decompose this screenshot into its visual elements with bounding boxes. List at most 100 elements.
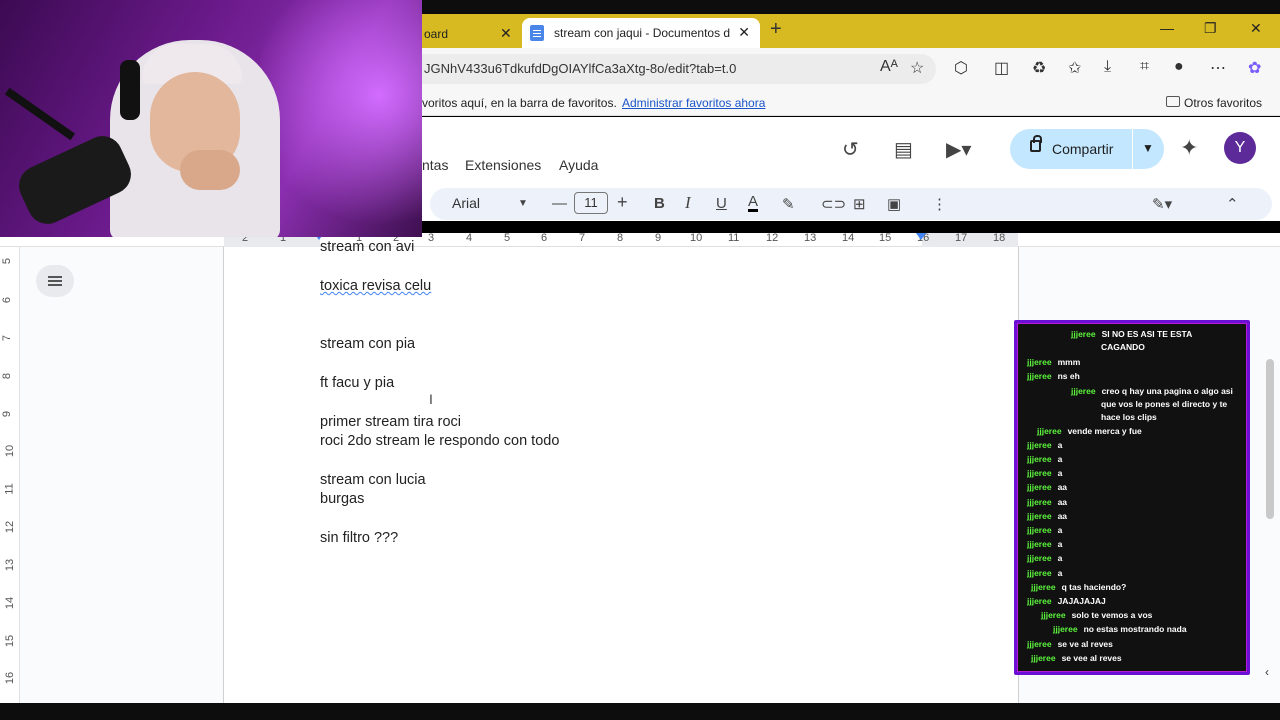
- chat-username: jjjeree: [1027, 553, 1052, 563]
- chat-username: jjjeree: [1027, 511, 1052, 521]
- doc-line: stream con lucia: [320, 472, 426, 488]
- browser-essentials-icon[interactable]: ♻: [1032, 58, 1046, 78]
- chat-message: jjjeree se ve al reves: [1027, 638, 1113, 651]
- gemini-icon[interactable]: ✦: [1180, 135, 1198, 161]
- chat-message: que vos le pones el directo y te: [1101, 398, 1227, 411]
- chat-message: jjjeree no estas mostrando nada: [1053, 623, 1187, 636]
- chat-username: jjjeree: [1071, 329, 1096, 339]
- document-page[interactable]: stream con avi toxica revisa celu stream…: [223, 239, 1019, 703]
- tab-previous[interactable]: oard ✕: [422, 20, 522, 48]
- highlight-icon[interactable]: ✎: [782, 195, 795, 213]
- chat-message: jjjeree ns eh: [1027, 370, 1080, 383]
- bold-icon[interactable]: B: [654, 195, 665, 212]
- ruler-number: 11: [728, 232, 740, 244]
- ruler-number: 6: [541, 232, 548, 244]
- menu-help[interactable]: Ayuda: [559, 157, 598, 173]
- chat-message: jjjeree a: [1027, 538, 1062, 551]
- folder-icon: [1166, 96, 1180, 107]
- chat-username: jjjeree: [1071, 386, 1096, 396]
- favbar-message: voritos aquí, en la barra de favoritos.: [422, 96, 617, 110]
- comment-add-icon[interactable]: ⊞: [853, 195, 866, 213]
- close-window-icon[interactable]: ✕: [1250, 20, 1262, 37]
- favorite-star-icon[interactable]: ☆: [910, 58, 924, 78]
- downloads-icon[interactable]: ⤓: [1104, 58, 1111, 76]
- chat-text: a: [1057, 440, 1063, 450]
- chat-message: jjjeree a: [1027, 552, 1062, 565]
- meet-icon[interactable]: ▶▾: [946, 137, 971, 162]
- underline-icon[interactable]: U: [716, 195, 727, 212]
- google-docs-icon: [530, 25, 544, 41]
- minimize-icon[interactable]: —: [1160, 20, 1174, 36]
- restore-icon[interactable]: ❐: [1204, 20, 1217, 37]
- font-family-select[interactable]: Arial: [452, 195, 480, 211]
- comments-icon[interactable]: ▤: [894, 137, 913, 162]
- chat-text: a: [1057, 468, 1063, 478]
- font-size-input[interactable]: 11: [574, 192, 608, 214]
- favorites-bar: voritos aquí, en la barra de favoritos. …: [422, 90, 1280, 116]
- chat-text: vende merca y fue: [1067, 426, 1142, 436]
- image-icon[interactable]: ▣: [887, 195, 901, 213]
- browser-tab-bar: oard ✕ stream con jaqui - Documentos d ✕…: [422, 14, 1280, 48]
- split-screen-icon[interactable]: ◫: [994, 58, 1009, 78]
- chat-username: jjjeree: [1027, 482, 1052, 492]
- link-icon[interactable]: ⊂⊃: [821, 195, 846, 213]
- collapse-menus-icon[interactable]: ⌃: [1226, 195, 1239, 213]
- menu-tools[interactable]: ntas: [422, 157, 448, 173]
- chat-text: CAGANDO: [1101, 342, 1145, 352]
- other-favorites[interactable]: Otros favoritos: [1184, 96, 1262, 110]
- chevron-left-icon[interactable]: ‹: [1265, 665, 1269, 679]
- chat-text: a: [1057, 525, 1063, 535]
- chat-username: jjjeree: [1027, 454, 1052, 464]
- profile-icon[interactable]: ●: [1174, 58, 1184, 76]
- ruler-number: 17: [955, 232, 968, 244]
- chat-username: jjjeree: [1027, 497, 1052, 507]
- chat-text: a: [1057, 539, 1063, 549]
- chat-text: SI NO ES ASI TE ESTA: [1101, 329, 1193, 339]
- close-icon[interactable]: ✕: [738, 24, 750, 41]
- text-color-icon[interactable]: A: [748, 194, 759, 212]
- chevron-down-icon[interactable]: ▼: [518, 198, 528, 209]
- chevron-down-icon[interactable]: ▼: [1142, 141, 1154, 155]
- outline-icon: [48, 284, 62, 286]
- address-bar-row: JGNhV433u6TdkufdDgOIAYlfCa3aXtg-8o/edit?…: [422, 48, 1280, 90]
- decrease-font-icon[interactable]: —: [552, 195, 567, 212]
- ruler-number: 12: [766, 232, 779, 244]
- avatar[interactable]: Y: [1224, 132, 1256, 164]
- new-tab-icon[interactable]: +: [770, 18, 782, 41]
- ruler-number: 10: [690, 232, 703, 244]
- more-menu-icon[interactable]: ⋯: [1210, 58, 1226, 78]
- share-divider: [1132, 129, 1133, 169]
- more-options-icon[interactable]: ⋮: [932, 195, 947, 213]
- tab-title: stream con jaqui - Documentos d: [554, 26, 731, 40]
- favorites-icon[interactable]: ✩: [1068, 58, 1081, 78]
- chat-message: CAGANDO: [1101, 341, 1145, 354]
- close-icon[interactable]: ✕: [500, 25, 512, 42]
- scrollbar-thumb[interactable]: [1266, 359, 1274, 519]
- chat-text: aa: [1057, 497, 1068, 507]
- outline-icon: [48, 280, 62, 282]
- ruler-number: 7: [579, 232, 586, 244]
- extensions-icon[interactable]: ⬡: [954, 58, 968, 78]
- chat-text: no estas mostrando nada: [1083, 624, 1187, 634]
- editing-mode-icon[interactable]: ✎▾: [1152, 195, 1172, 213]
- manage-favorites-link[interactable]: Administrar favoritos ahora: [622, 96, 765, 110]
- scrollbar[interactable]: ‹: [1262, 247, 1280, 703]
- bottom-strip: [0, 703, 1280, 720]
- screenshot-icon[interactable]: ⌗: [1140, 58, 1149, 76]
- copilot-icon[interactable]: ✿: [1248, 58, 1261, 78]
- history-icon[interactable]: ↺: [842, 137, 859, 162]
- read-aloud-icon[interactable]: Aᴬ: [880, 58, 898, 76]
- italic-icon[interactable]: I: [685, 193, 691, 213]
- chat-username: jjjeree: [1037, 426, 1062, 436]
- vertical-ruler: 5 6 7 8 9 10 11 12 13 14 15 16: [0, 247, 20, 703]
- right-indent-marker[interactable]: [916, 233, 926, 240]
- address-bar[interactable]: JGNhV433u6TdkufdDgOIAYlfCa3aXtg-8o/edit?…: [422, 54, 936, 84]
- tab-active[interactable]: stream con jaqui - Documentos d ✕: [522, 18, 760, 48]
- menu-extensions[interactable]: Extensiones: [465, 157, 541, 173]
- ruler-number: 3: [428, 232, 435, 244]
- share-button[interactable]: Compartir ▼: [1010, 129, 1164, 169]
- document-outline-button[interactable]: [36, 265, 74, 297]
- chat-message: jjjeree vende merca y fue: [1037, 425, 1142, 438]
- increase-font-icon[interactable]: +: [617, 192, 628, 213]
- ruler-number: 15: [4, 634, 17, 648]
